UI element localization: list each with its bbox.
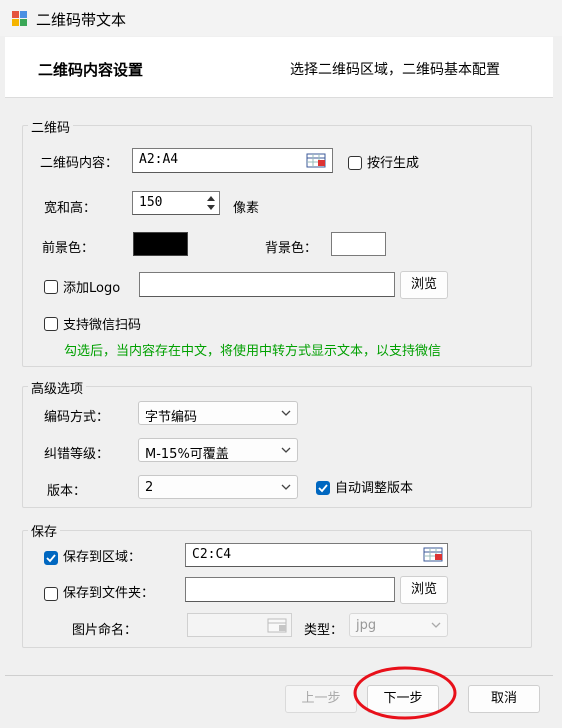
page-subtitle: 选择二维码区域，二维码基本配置 (290, 62, 500, 78)
spinner-arrows-icon (207, 196, 215, 210)
version-select[interactable]: 2 (138, 475, 298, 499)
range-picker-icon (267, 618, 287, 633)
bg-color-label: 背景色： (265, 241, 318, 256)
size-unit: 像素 (233, 201, 260, 216)
save-to-folder-checkbox[interactable] (44, 587, 58, 601)
folder-browse-button[interactable]: 浏览 (400, 576, 448, 604)
type-value: jpg (356, 618, 377, 633)
qr-content-input[interactable]: A2:A4 (132, 148, 333, 173)
encoding-label: 编码方式： (44, 410, 110, 425)
checkmark-icon (318, 484, 328, 493)
checkmark-icon (46, 554, 56, 563)
save-range-picker[interactable] (422, 545, 446, 565)
add-logo-label: 添加Logo (63, 281, 121, 296)
fg-color-swatch[interactable] (133, 232, 188, 256)
save-group-label: 保存 (28, 521, 61, 540)
version-label: 版本： (47, 484, 87, 499)
logo-path-input[interactable] (139, 272, 395, 297)
chevron-down-icon (281, 447, 291, 453)
version-value: 2 (145, 480, 154, 495)
folder-path-input[interactable] (185, 577, 395, 602)
size-spinner[interactable] (204, 193, 218, 213)
image-name-picker[interactable] (266, 616, 290, 636)
chevron-down-icon (281, 410, 291, 416)
wechat-checkbox[interactable] (44, 317, 58, 331)
page-title: 二维码内容设置 (38, 61, 144, 79)
qr-content-label: 二维码内容： (40, 156, 119, 171)
chevron-down-icon (431, 622, 441, 628)
app-icon (12, 11, 27, 26)
auto-version-checkbox[interactable] (316, 481, 330, 495)
add-logo-checkbox[interactable] (44, 280, 58, 294)
advanced-group-label: 高级选项 (28, 378, 87, 397)
type-label: 类型： (304, 623, 344, 638)
chevron-down-icon (281, 484, 291, 490)
logo-browse-button[interactable]: 浏览 (400, 271, 448, 299)
ecc-select[interactable]: M-15%可覆盖 (138, 438, 298, 462)
save-to-range-checkbox[interactable] (44, 551, 58, 565)
save-range-input[interactable]: C2:C4 (185, 543, 448, 567)
wizard-header: 二维码内容设置 选择二维码区域，二维码基本配置 (5, 37, 553, 98)
bg-color-swatch[interactable] (331, 232, 386, 256)
ecc-label: 纠错等级： (44, 447, 110, 462)
range-picker-icon (423, 547, 443, 562)
footer-divider (5, 675, 553, 676)
qr-group-label: 二维码 (28, 117, 74, 136)
auto-version-label: 自动调整版本 (335, 481, 414, 496)
wechat-label: 支持微信扫码 (63, 318, 142, 333)
encoding-value: 字节编码 (145, 410, 198, 425)
size-label: 宽和高： (44, 201, 97, 216)
ecc-value: M-15%可覆盖 (145, 447, 229, 462)
cancel-button[interactable]: 取消 (468, 685, 540, 713)
encoding-select[interactable]: 字节编码 (138, 401, 298, 425)
type-select[interactable]: jpg (349, 613, 448, 637)
wechat-hint: 勾选后，当内容存在中文，将使用中转方式显示文本，以支持微信 (64, 344, 442, 359)
by-row-label: 按行生成 (367, 156, 420, 171)
highlight-ring (353, 666, 457, 720)
image-name-label: 图片命名： (72, 623, 138, 638)
by-row-checkbox[interactable] (348, 156, 362, 170)
prev-button[interactable]: 上一步 (285, 685, 357, 713)
qr-content-range-picker[interactable] (305, 151, 329, 171)
fg-color-label: 前景色： (42, 241, 95, 256)
save-to-folder-label: 保存到文件夹： (63, 586, 155, 601)
range-picker-icon (306, 153, 326, 168)
window-title: 二维码带文本 (36, 11, 127, 29)
save-to-range-label: 保存到区域： (63, 550, 142, 565)
